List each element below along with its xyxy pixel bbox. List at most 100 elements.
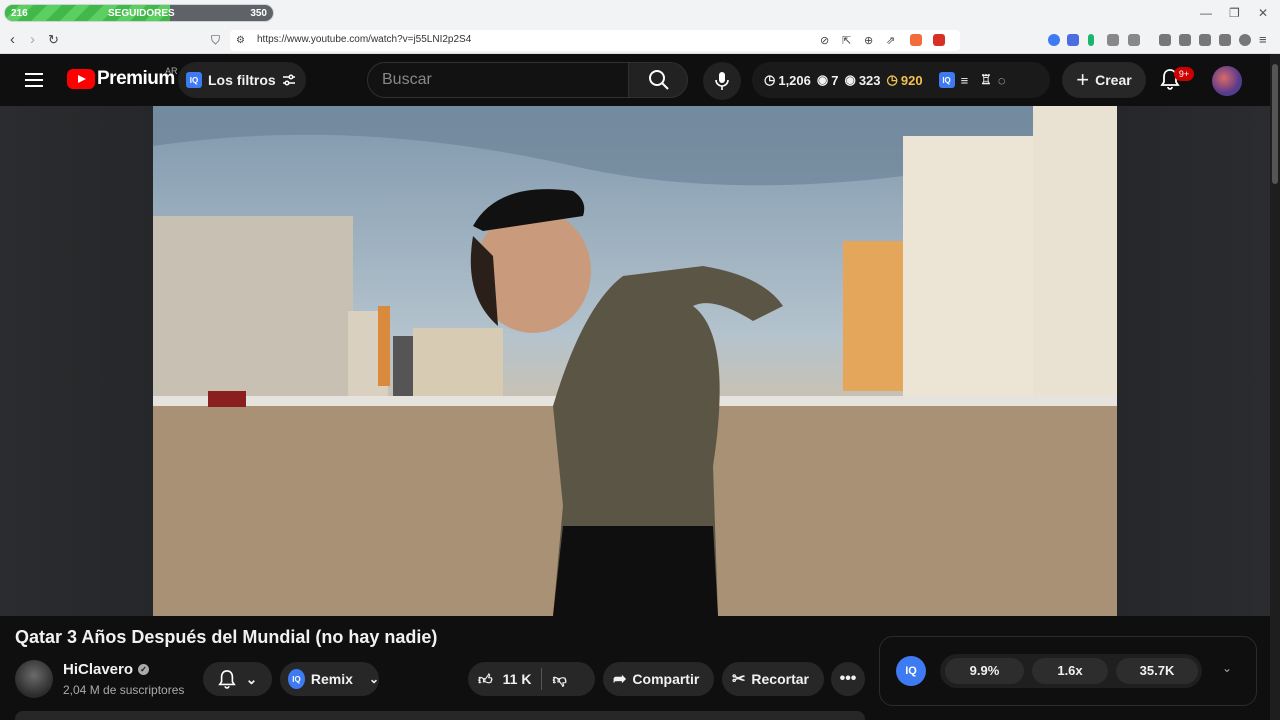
guide-menu-icon[interactable] — [25, 73, 43, 87]
share-icon: ➦ — [613, 671, 627, 688]
more-actions-button[interactable]: ••• — [831, 662, 865, 696]
iq-stat-views[interactable]: 35.7K — [1116, 658, 1198, 684]
microphone-icon — [715, 72, 729, 90]
extension-blue-icon[interactable] — [1048, 34, 1060, 46]
chevron-down-icon[interactable]: ⌄ — [1222, 661, 1232, 675]
share-label: Compartir — [632, 671, 700, 687]
like-dislike-segment: 👍︎ 11 K 👎︎ — [468, 662, 595, 696]
forward-icon[interactable]: › — [30, 32, 35, 48]
site-settings-icon[interactable]: ⚙ — [236, 33, 245, 49]
sliders-icon — [282, 74, 295, 86]
clip-button[interactable]: ✂ Recortar — [722, 662, 824, 696]
chat-icon[interactable]: ◌ — [998, 73, 1006, 88]
sidebar-icon[interactable] — [1179, 34, 1191, 46]
description-box[interactable] — [15, 711, 865, 720]
wallet-icon[interactable] — [1199, 34, 1211, 46]
bookmark-icon[interactable]: ⛉ — [211, 32, 220, 48]
youtube-masthead: Premium AR IQ Los filtros ◷1,206 ◉7 ◉323… — [0, 54, 1270, 106]
channel-name-row[interactable]: HiClavero ✓ — [63, 661, 150, 678]
subscription-bell-button[interactable]: ⌄ — [203, 662, 272, 696]
logo-text: Premium — [97, 68, 175, 89]
media-icon[interactable] — [1159, 34, 1171, 46]
iq-icon[interactable]: IQ — [938, 72, 955, 88]
url-text: https://www.youtube.com/watch?v=j55LNI2p… — [257, 34, 472, 45]
menu-icon[interactable]: ≡ — [1259, 32, 1267, 48]
like-count[interactable]: 11 K — [503, 671, 532, 687]
restore-icon[interactable]: ❐ — [1229, 6, 1240, 20]
minimize-icon[interactable]: — — [1200, 6, 1212, 20]
bell-icon — [217, 670, 236, 689]
iq-stat-engagement[interactable]: 9.9% — [945, 658, 1024, 684]
open-in-app-icon[interactable]: ⇱ — [842, 33, 851, 49]
browser-tab-strip: 216 SEGUIDORES 350 — ❐ ✕ — [0, 0, 1280, 27]
share-page-icon[interactable]: ⇗ — [886, 33, 895, 49]
address-bar[interactable]: ⚙ https://www.youtube.com/watch?v=j55LNI… — [230, 30, 960, 51]
chevron-down-icon: ⌄ — [368, 672, 379, 686]
search-button[interactable] — [628, 62, 688, 98]
followers-max: 350 — [250, 8, 267, 19]
create-button[interactable]: + Crear — [1062, 62, 1146, 98]
followers-label: SEGUIDORES — [108, 8, 175, 19]
youtube-logo[interactable]: Premium — [67, 68, 175, 90]
video-player[interactable] — [153, 106, 1117, 616]
remix-label: Remix — [310, 671, 353, 687]
iq-logo-icon[interactable]: IQ — [896, 656, 926, 686]
zoom-icon[interactable]: ⊕ — [864, 33, 873, 49]
iq-stats-row: 9.9% 1.6x 35.7K — [940, 654, 1202, 688]
points-stat: ◷ 920 — [886, 72, 923, 88]
like-divider — [541, 668, 543, 690]
search-icon — [649, 70, 669, 90]
subscriber-count: 2,04 M de suscriptores — [63, 683, 185, 697]
extension-green-icon[interactable] — [1088, 34, 1094, 46]
rewards-icon[interactable] — [933, 34, 945, 46]
clip-label: Recortar — [751, 671, 809, 687]
share-button[interactable]: ➦ Compartir — [603, 662, 714, 696]
back-icon[interactable]: ‹ — [10, 32, 15, 48]
search-box — [367, 62, 629, 98]
iq-stat-multiplier[interactable]: 1.6x — [1032, 658, 1108, 684]
views-stat: ◉ 323 — [844, 72, 881, 88]
iq-icon: IQ — [288, 669, 305, 689]
stats-pill: ◷ 1,206 ◉ 7 ◉ 323 ◷ 920 IQ ≡ ♖ ◌ — [752, 62, 1050, 98]
scrollbar-thumb[interactable] — [1272, 64, 1278, 184]
page-scrollbar[interactable] — [1270, 54, 1280, 720]
user-avatar[interactable] — [1212, 66, 1242, 96]
channel-avatar[interactable] — [15, 660, 53, 698]
close-icon[interactable]: ✕ — [1258, 6, 1268, 20]
eye-icon: ◉ — [816, 72, 829, 87]
remix-button[interactable]: IQ Remix ⌄ — [280, 662, 379, 696]
voice-search-button[interactable] — [703, 62, 741, 100]
thumbs-up-icon[interactable]: 👍︎ — [478, 671, 493, 688]
leo-ai-icon[interactable] — [1219, 34, 1231, 46]
playlist-icon[interactable]: ≡ — [961, 73, 969, 88]
eye-icon: ◉ — [844, 72, 856, 87]
extensions-icon[interactable] — [1107, 34, 1119, 46]
channel-name[interactable]: HiClavero — [63, 661, 133, 678]
youtube-play-icon — [67, 69, 95, 89]
screenshot-icon[interactable] — [1128, 34, 1140, 46]
thumbs-down-icon[interactable]: 👎︎ — [552, 671, 566, 688]
filters-button[interactable]: IQ Los filtros — [178, 62, 306, 98]
search-input[interactable] — [382, 71, 612, 89]
reload-icon[interactable]: ↻ — [48, 32, 59, 48]
video-title: Qatar 3 Años Después del Mundial (no hay… — [15, 627, 438, 647]
region-code: AR — [165, 66, 178, 76]
notification-count: 9+ — [1174, 67, 1194, 81]
iq-icon: IQ — [186, 72, 202, 88]
followers-current: 216 — [11, 8, 28, 19]
brave-shield-icon[interactable] — [910, 34, 922, 46]
plus-icon: + — [1076, 67, 1090, 92]
cast-icon[interactable]: ⊘ — [820, 33, 829, 49]
trophy-icon[interactable]: ♖ — [980, 72, 992, 88]
create-label: Crear — [1095, 72, 1132, 88]
vpn-icon[interactable] — [1239, 34, 1251, 46]
clock-icon: ◷ — [764, 72, 776, 87]
watch-time-stat: ◷ 1,206 — [764, 72, 811, 88]
more-icon: ••• — [839, 670, 857, 687]
translate-icon[interactable] — [1067, 34, 1079, 46]
coin-icon: ◷ — [886, 72, 898, 87]
filters-label: Los filtros — [208, 72, 276, 88]
chevron-down-icon: ⌄ — [245, 670, 258, 687]
views-small-stat: ◉ 7 — [816, 72, 839, 88]
browser-toolbar: ‹ › ↻ ⛉ ⚙ https://www.youtube.com/watch?… — [0, 27, 1280, 54]
